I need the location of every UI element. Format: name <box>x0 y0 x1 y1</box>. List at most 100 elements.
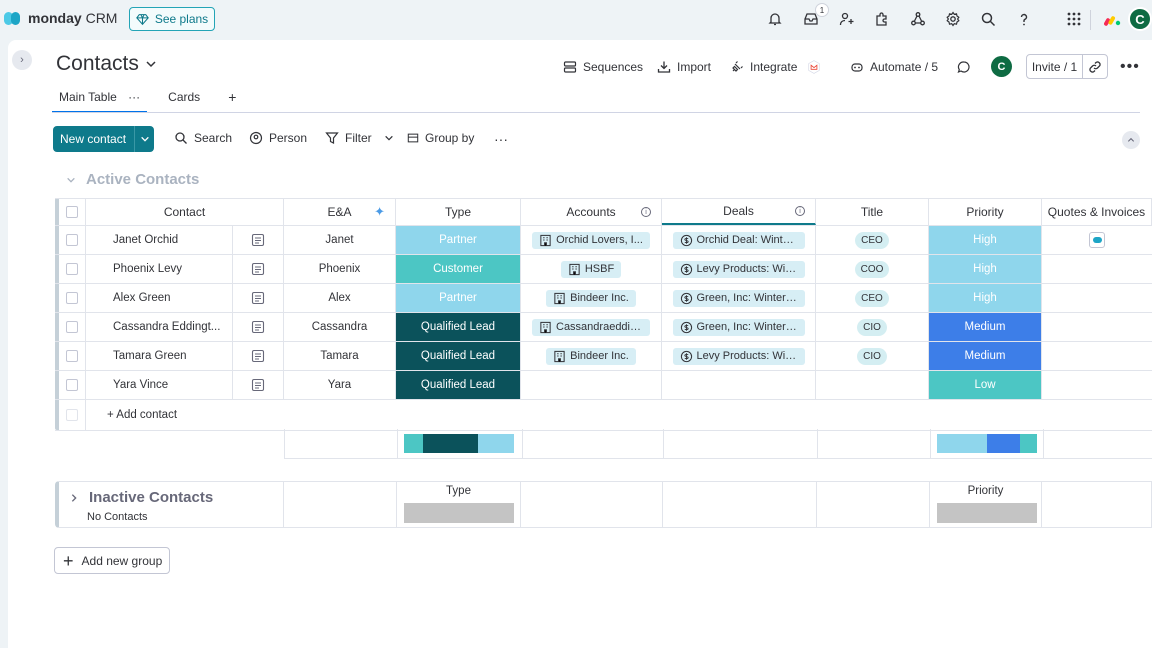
user-avatar[interactable]: C <box>1128 7 1152 31</box>
col-header-contact[interactable]: Contact <box>86 199 284 225</box>
page-title[interactable]: Contacts <box>56 52 157 76</box>
search-button[interactable]: Search <box>174 131 232 145</box>
see-plans-button[interactable]: See plans <box>129 7 215 31</box>
quotes-invoices-cell[interactable] <box>1042 226 1152 254</box>
group-by-button[interactable]: Group by <box>407 131 474 145</box>
filter-button[interactable]: Filter <box>325 131 394 145</box>
chevron-right-icon[interactable] <box>69 493 79 503</box>
contact-name-cell[interactable]: Janet Orchid <box>86 226 232 254</box>
title-cell[interactable]: CEO <box>816 226 929 254</box>
title-cell[interactable]: CIO <box>816 342 929 370</box>
col-header-title[interactable]: Title <box>816 199 929 225</box>
open-item-cell[interactable] <box>232 284 284 312</box>
deals-cell[interactable]: Levy Products: Win... <box>662 255 816 283</box>
quotes-invoices-cell[interactable] <box>1042 255 1152 283</box>
account-link-pill[interactable]: Bindeer Inc. <box>546 289 636 307</box>
ea-cell[interactable]: Janet <box>284 226 396 254</box>
collapse-header-chevron-up-icon[interactable] <box>1122 131 1140 149</box>
type-status-cell[interactable]: Customer <box>396 255 521 283</box>
title-cell[interactable]: CEO <box>816 284 929 312</box>
ea-cell[interactable]: Cassandra <box>284 313 396 341</box>
priority-status-cell[interactable]: High <box>929 284 1042 312</box>
account-link-pill[interactable]: Cassandraeddin... <box>532 318 650 336</box>
deal-link-pill[interactable]: Levy Products: Win... <box>672 260 805 278</box>
priority-distribution-bar[interactable] <box>937 434 1037 453</box>
accounts-cell[interactable]: Cassandraeddin... <box>521 313 662 341</box>
deal-link-pill[interactable]: Green, Inc: Winter ... <box>672 289 805 307</box>
ea-cell[interactable]: Yara <box>284 371 396 399</box>
priority-status-cell[interactable]: Low <box>929 371 1042 399</box>
board-owner-avatar[interactable]: C <box>991 56 1012 77</box>
open-item-cell[interactable] <box>232 255 284 283</box>
quotes-invoices-cell[interactable] <box>1042 313 1152 341</box>
col-header-type[interactable]: Type <box>396 199 521 225</box>
tab-cards[interactable]: Cards <box>161 88 207 112</box>
accounts-cell[interactable] <box>521 371 662 399</box>
row-checkbox[interactable] <box>59 226 86 254</box>
bell-icon[interactable] <box>765 9 785 29</box>
automate-button[interactable]: Automate / 5 <box>850 58 938 76</box>
type-status-cell[interactable]: Qualified Lead <box>396 342 521 370</box>
add-contact-input[interactable]: + Add contact <box>86 400 386 430</box>
apps-puzzle-icon[interactable] <box>872 9 892 29</box>
table-row[interactable]: Alex Green Alex Partner Bindeer Inc. Green, … <box>55 284 1152 313</box>
ea-cell[interactable]: Alex <box>284 284 396 312</box>
quotes-invoices-cell[interactable] <box>1042 342 1152 370</box>
contact-name-cell[interactable]: Alex Green <box>86 284 232 312</box>
invite-button[interactable]: Invite / 1 <box>1027 55 1083 78</box>
quotes-invoices-cell[interactable] <box>1042 371 1152 399</box>
sequences-button[interactable]: Sequences <box>563 58 643 76</box>
add-new-group-button[interactable]: + Add new group <box>54 547 170 574</box>
contact-name-cell[interactable]: Cassandra Eddingt... <box>86 313 232 341</box>
type-status-cell[interactable]: Partner <box>396 226 521 254</box>
select-all-checkbox[interactable] <box>59 199 86 225</box>
accounts-cell[interactable]: Orchid Lovers, I... <box>521 226 662 254</box>
accounts-cell[interactable]: HSBF <box>521 255 662 283</box>
type-distribution-bar[interactable] <box>404 434 514 453</box>
col-header-deals[interactable]: Deals i <box>662 199 816 225</box>
priority-status-cell[interactable]: High <box>929 226 1042 254</box>
contact-name-cell[interactable]: Tamara Green <box>86 342 232 370</box>
col-header-priority[interactable]: Priority <box>929 199 1042 225</box>
tab-menu-icon[interactable]: ··· <box>128 90 140 104</box>
table-row[interactable]: Yara Vince Yara Qualified Lead Low <box>55 371 1152 400</box>
integrate-button[interactable]: Integrate <box>730 58 825 76</box>
copy-link-icon[interactable] <box>1083 55 1107 78</box>
settings-gear-icon[interactable] <box>943 9 963 29</box>
app-launcher-grid-icon[interactable] <box>1064 9 1084 29</box>
type-status-cell[interactable]: Partner <box>396 284 521 312</box>
deal-link-pill[interactable]: Orchid Deal: Winte... <box>672 231 805 249</box>
table-row[interactable]: Tamara Green Tamara Qualified Lead Bindeer … <box>55 342 1152 371</box>
ai-sparkle-icon[interactable]: ✦ <box>374 204 385 220</box>
type-status-cell[interactable]: Qualified Lead <box>396 313 521 341</box>
import-button[interactable]: Import <box>657 58 711 76</box>
chevron-down-icon[interactable] <box>134 126 154 152</box>
row-checkbox[interactable] <box>59 371 86 399</box>
chevron-down-icon[interactable] <box>66 175 76 185</box>
deals-cell[interactable]: Orchid Deal: Winte... <box>662 226 816 254</box>
accounts-cell[interactable]: Bindeer Inc. <box>521 284 662 312</box>
invite-member-icon[interactable] <box>837 9 857 29</box>
open-item-cell[interactable] <box>232 371 284 399</box>
quote-file-icon[interactable] <box>1089 232 1105 248</box>
open-item-cell[interactable] <box>232 226 284 254</box>
row-checkbox[interactable] <box>59 313 86 341</box>
new-contact-button[interactable]: New contact <box>53 126 154 152</box>
deals-cell[interactable] <box>662 371 816 399</box>
title-cell[interactable]: COO <box>816 255 929 283</box>
account-link-pill[interactable]: Orchid Lovers, I... <box>532 231 650 249</box>
search-icon[interactable] <box>978 9 998 29</box>
person-filter-button[interactable]: Person <box>249 131 307 145</box>
col-header-accounts[interactable]: Accounts i <box>521 199 662 225</box>
expand-sidebar-chevron-icon[interactable]: › <box>12 50 32 70</box>
deals-cell[interactable]: Green, Inc: Winter ... <box>662 284 816 312</box>
table-row[interactable]: Janet Orchid Janet Partner Orchid Lovers, I… <box>55 226 1152 255</box>
priority-status-cell[interactable]: High <box>929 255 1042 283</box>
info-icon[interactable]: i <box>795 206 805 216</box>
row-checkbox[interactable] <box>59 255 86 283</box>
deal-link-pill[interactable]: Green, Inc: Winter ... <box>672 318 805 336</box>
deals-cell[interactable]: Levy Products: Win... <box>662 342 816 370</box>
accounts-cell[interactable]: Bindeer Inc. <box>521 342 662 370</box>
toolbar-more-icon[interactable]: ··· <box>494 131 508 147</box>
open-item-cell[interactable] <box>232 313 284 341</box>
